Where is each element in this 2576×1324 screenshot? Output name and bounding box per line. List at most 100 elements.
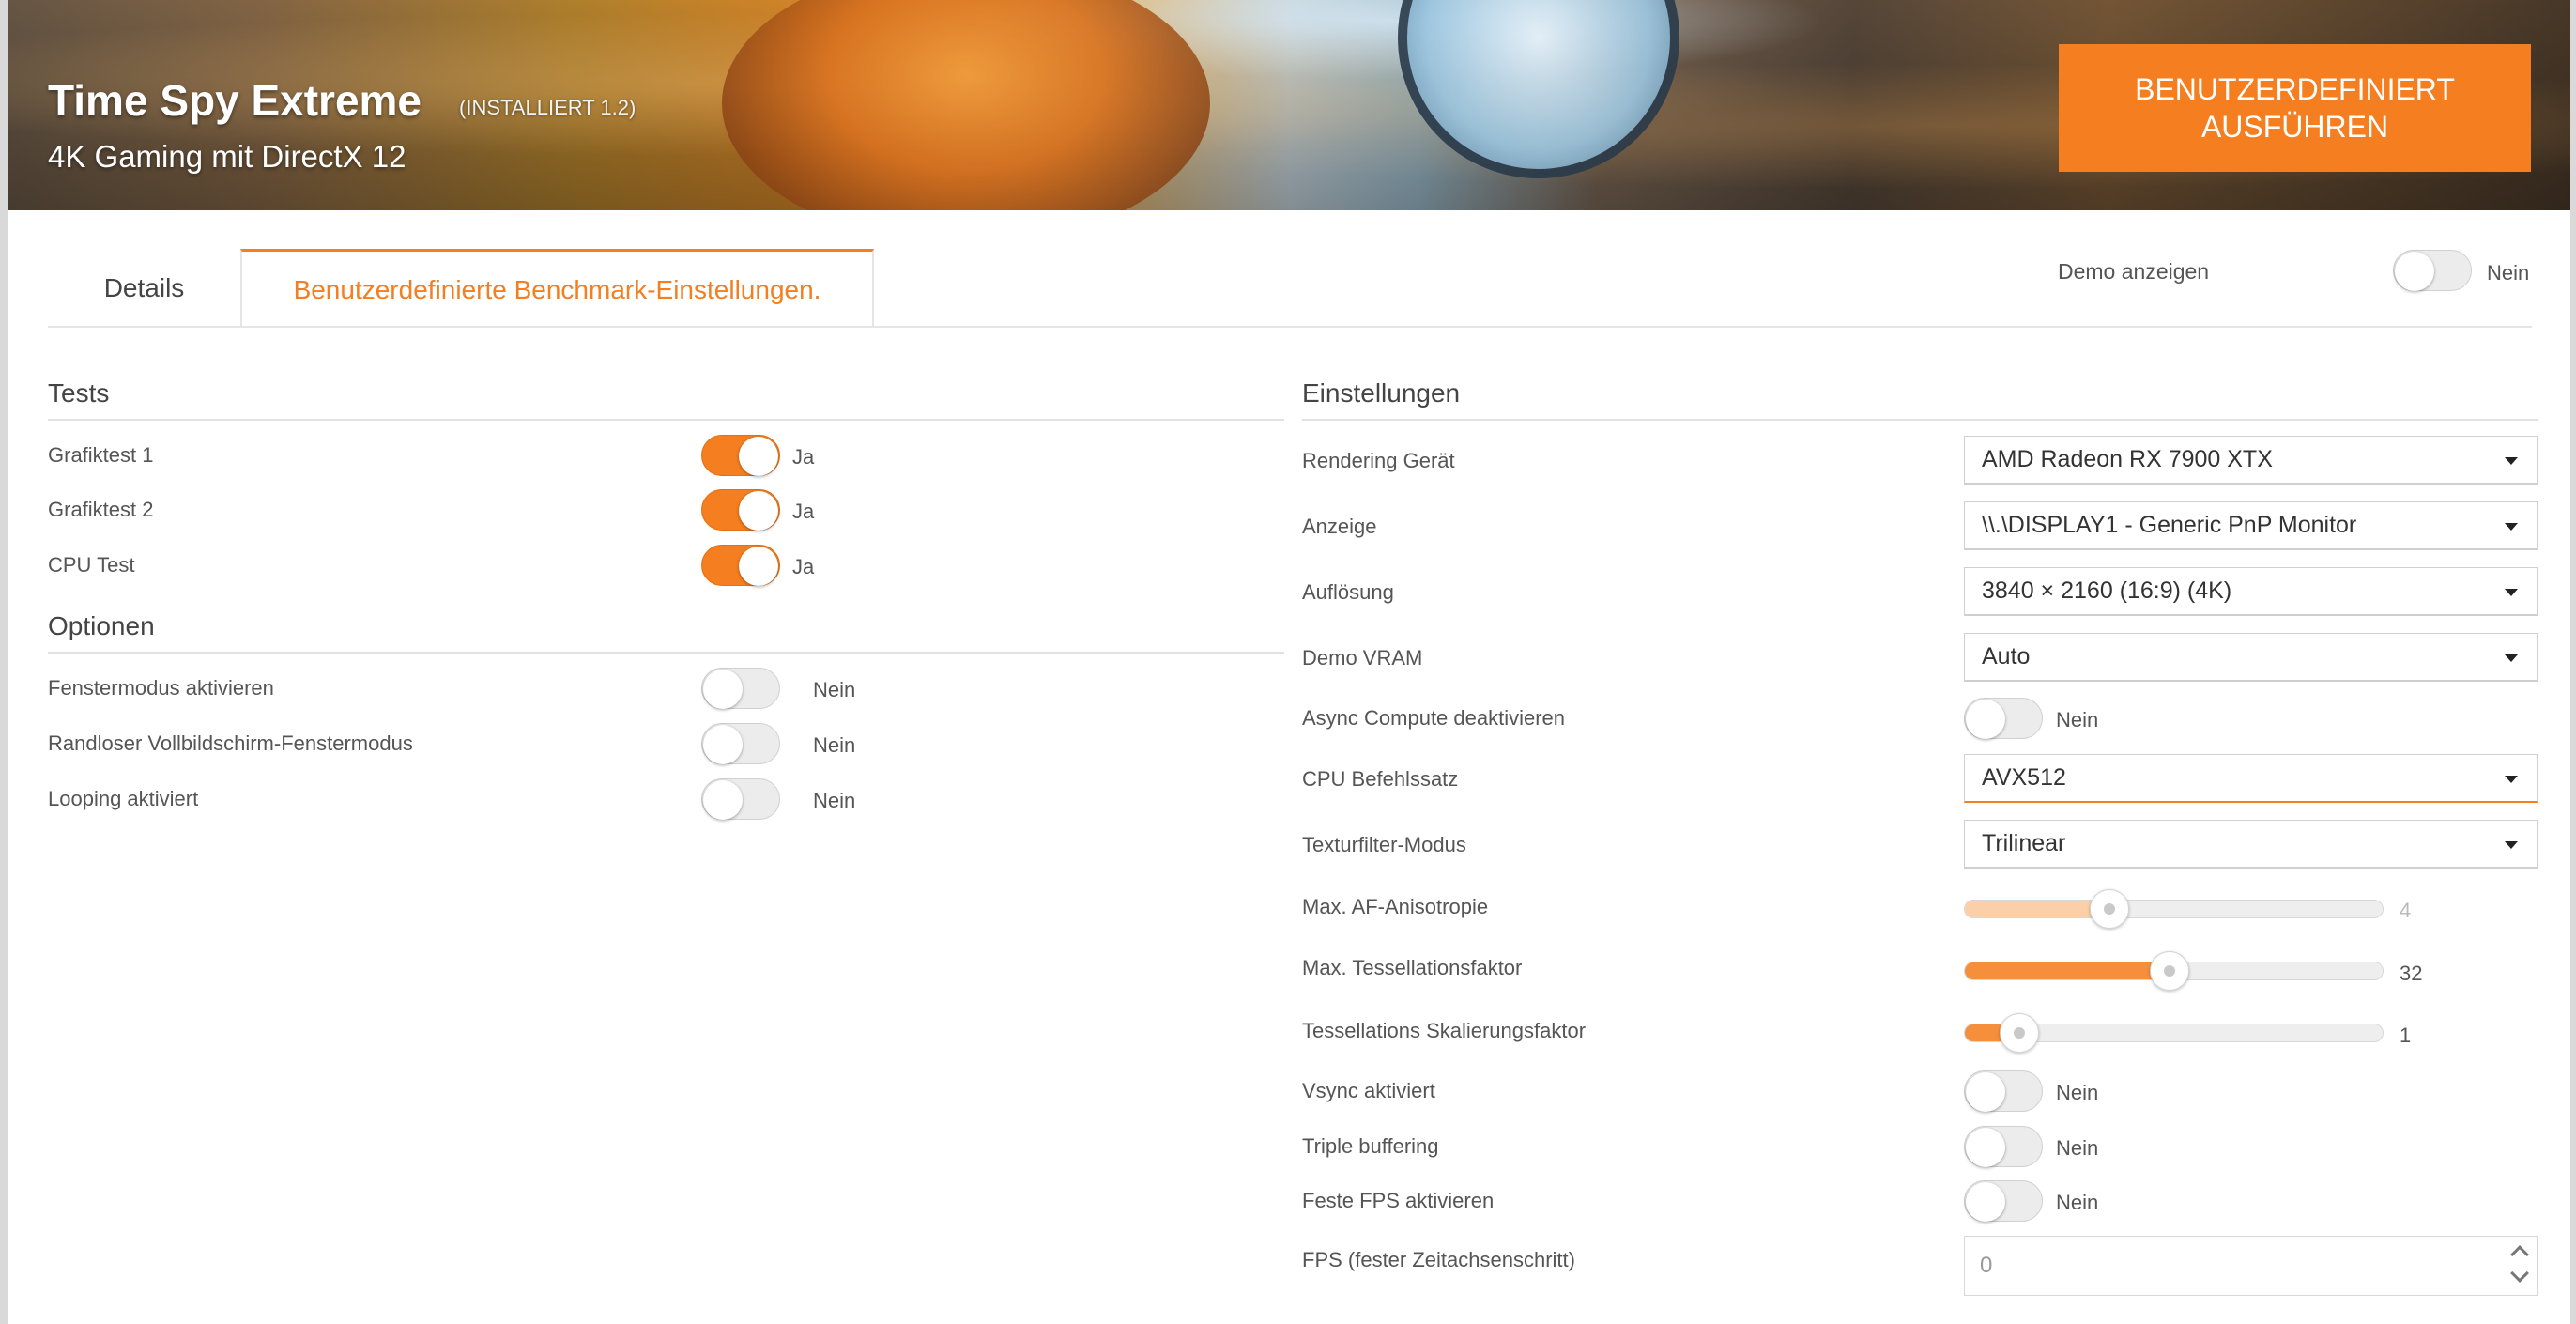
cpu-test-value: Ja <box>792 555 815 578</box>
toggle-knob <box>703 780 743 820</box>
resolution-value: 3840 × 2160 (16:9) (4K) <box>1982 577 2232 604</box>
borderless-mode-value: Nein <box>813 733 856 757</box>
toggle-knob <box>1966 1128 2005 1167</box>
cpu-test-toggle[interactable] <box>701 545 780 586</box>
toggle-knob <box>739 491 778 531</box>
number-stepper[interactable] <box>2505 1237 2537 1295</box>
toggle-knob <box>2395 252 2434 291</box>
graphics-test-2-toggle[interactable] <box>701 489 780 531</box>
max-af-value: 4 <box>2400 899 2412 922</box>
display-value: \\.\DISPLAY1 - Generic PnP Monitor <box>1982 512 2357 538</box>
resolution-select[interactable]: 3840 × 2160 (16:9) (4K) <box>1964 567 2538 616</box>
slider-fill <box>1965 962 2170 979</box>
toggle-knob <box>1966 700 2005 739</box>
page: Time Spy Extreme (INSTALLIERT 1.2) 4K Ga… <box>8 0 2570 1324</box>
benchmark-title: Time Spy Extreme <box>48 76 422 125</box>
benchmark-version: (INSTALLIERT 1.2) <box>459 96 636 119</box>
slider-thumb[interactable] <box>2150 951 2190 991</box>
slider-fill <box>1965 901 2109 917</box>
demo-vram-select[interactable]: Auto <box>1964 633 2538 682</box>
cpu-instruction-set-value: AVX512 <box>1982 764 2066 791</box>
settings-title: Einstellungen <box>1302 378 1461 408</box>
texture-filter-value: Trilinear <box>1982 830 2066 856</box>
graphics-test-2-value: Ja <box>792 500 815 523</box>
rendering-device-label: Rendering Gerät <box>1302 449 1455 472</box>
chevron-down-icon <box>2505 654 2518 662</box>
async-compute-toggle[interactable] <box>1964 698 2043 739</box>
max-af-slider[interactable] <box>1964 889 2384 929</box>
chevron-down-icon <box>2505 776 2518 783</box>
run-custom-button[interactable]: BENUTZERDEFINIERT AUSFÜHREN <box>2059 44 2531 172</box>
vsync-toggle[interactable] <box>1964 1070 2043 1112</box>
rendering-device-value: AMD Radeon RX 7900 XTX <box>1982 446 2273 472</box>
benchmark-subtitle: 4K Gaming mit DirectX 12 <box>48 139 406 174</box>
chevron-down-icon <box>2505 523 2518 531</box>
cpu-instruction-set-select[interactable]: AVX512 <box>1964 754 2538 803</box>
demo-label: Demo anzeigen <box>2058 259 2210 284</box>
test-label-graphics-1: Grafiktest 1 <box>48 443 154 467</box>
windowed-mode-toggle[interactable] <box>701 668 780 709</box>
toggle-knob <box>1966 1182 2005 1222</box>
max-tessellation-value: 32 <box>2400 962 2423 985</box>
options-divider <box>48 652 1284 654</box>
toggle-knob <box>739 437 778 476</box>
cpu-instruction-set-label: CPU Befehlssatz <box>1302 767 1459 791</box>
tab-details[interactable]: Details <box>48 249 240 328</box>
tessellation-scaling-slider[interactable] <box>1964 1013 2384 1053</box>
async-compute-label: Async Compute deaktivieren <box>1302 706 1566 730</box>
option-label-looping: Looping aktiviert <box>48 787 199 810</box>
tab-divider <box>48 326 2532 328</box>
display-label: Anzeige <box>1302 515 1377 538</box>
fixed-fps-label: Feste FPS aktivieren <box>1302 1189 1495 1212</box>
tessellation-scaling-value: 1 <box>2400 1024 2412 1047</box>
demo-toggle[interactable] <box>2393 250 2472 291</box>
max-tessellation-slider[interactable] <box>1964 951 2384 991</box>
toggle-knob <box>703 670 743 709</box>
chevron-down-icon <box>2505 457 2518 465</box>
texture-filter-select[interactable]: Trilinear <box>1964 820 2538 869</box>
fixed-fps-value: Nein <box>2056 1191 2099 1214</box>
graphics-test-1-toggle[interactable] <box>701 435 780 476</box>
borderless-mode-toggle[interactable] <box>701 723 780 764</box>
slider-thumb[interactable] <box>1999 1013 2039 1053</box>
triple-buffering-toggle[interactable] <box>1964 1126 2043 1167</box>
test-label-cpu: CPU Test <box>48 553 135 577</box>
fps-timestep-input[interactable]: 0 <box>1964 1236 2538 1296</box>
tessellation-scaling-label: Tessellations Skalierungsfaktor <box>1302 1019 1587 1042</box>
looping-toggle[interactable] <box>701 778 780 820</box>
triple-buffering-value: Nein <box>2056 1136 2099 1160</box>
tests-title: Tests <box>48 378 110 408</box>
graphics-test-1-value: Ja <box>792 445 815 469</box>
vsync-label: Vsync aktiviert <box>1302 1079 1435 1102</box>
chevron-up-icon[interactable] <box>2510 1245 2529 1264</box>
fps-timestep-value: 0 <box>1980 1253 1993 1278</box>
resolution-label: Auflösung <box>1302 580 1394 604</box>
chevron-down-icon[interactable] <box>2510 1264 2529 1283</box>
fixed-fps-toggle[interactable] <box>1964 1180 2043 1222</box>
settings-divider <box>1302 419 2538 421</box>
option-label-borderless: Randloser Vollbildschirm-Fenstermodus <box>48 731 413 755</box>
option-label-windowed: Fenstermodus aktivieren <box>48 676 274 700</box>
texture-filter-label: Texturfilter-Modus <box>1302 833 1466 856</box>
benchmark-banner: Time Spy Extreme (INSTALLIERT 1.2) 4K Ga… <box>8 0 2570 210</box>
async-compute-value: Nein <box>2056 708 2099 731</box>
display-select[interactable]: \\.\DISPLAY1 - Generic PnP Monitor <box>1964 501 2538 550</box>
demo-value: Nein <box>2487 261 2530 285</box>
toggle-knob <box>739 547 778 586</box>
windowed-mode-value: Nein <box>813 678 856 701</box>
triple-buffering-label: Triple buffering <box>1302 1134 1439 1158</box>
rendering-device-select[interactable]: AMD Radeon RX 7900 XTX <box>1964 436 2538 485</box>
max-af-label: Max. AF-Anisotropie <box>1302 895 1489 918</box>
max-tessellation-label: Max. Tessellationsfaktor <box>1302 956 1523 979</box>
demo-vram-value: Auto <box>1982 643 2031 670</box>
tab-custom-settings[interactable]: Benutzerdefinierte Benchmark-Einstellung… <box>240 249 874 328</box>
looping-value: Nein <box>813 789 856 812</box>
demo-vram-label: Demo VRAM <box>1302 646 1423 670</box>
slider-thumb[interactable] <box>2089 889 2129 929</box>
chevron-down-icon <box>2505 841 2518 849</box>
fps-timestep-label: FPS (fester Zeitachsenschritt) <box>1302 1248 1575 1271</box>
test-label-graphics-2: Grafiktest 2 <box>48 498 154 521</box>
banner-artwork <box>722 0 1210 210</box>
vsync-value: Nein <box>2056 1081 2099 1104</box>
toggle-knob <box>1966 1072 2005 1112</box>
